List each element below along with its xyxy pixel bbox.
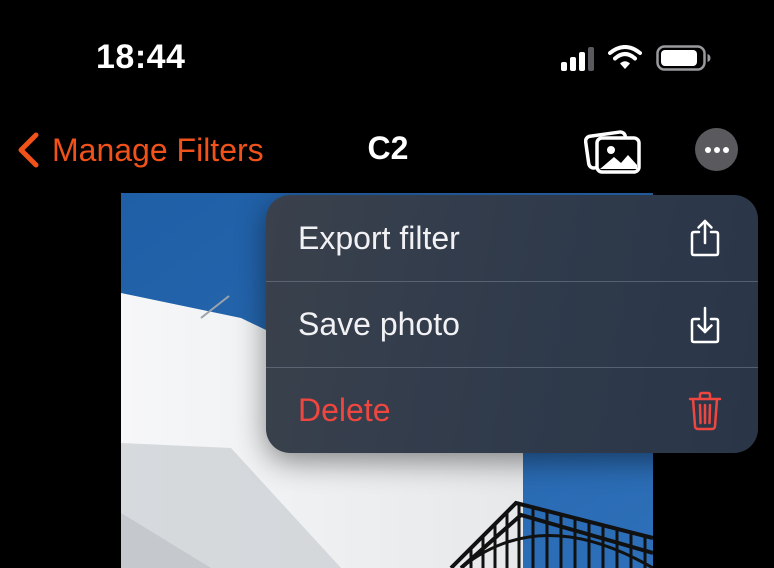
download-icon bbox=[688, 305, 722, 345]
phone-screen: 18:44 Manage Filters C2 Export filter Sa… bbox=[0, 0, 774, 568]
trash-icon bbox=[688, 391, 722, 431]
back-label: Manage Filters bbox=[52, 131, 264, 168]
more-options-button[interactable] bbox=[695, 128, 738, 171]
menu-item-label: Export filter bbox=[298, 219, 460, 256]
share-icon bbox=[688, 218, 722, 258]
photo-gallery-button[interactable] bbox=[583, 124, 642, 176]
menu-item-delete[interactable]: Delete bbox=[266, 367, 758, 453]
menu-item-label: Delete bbox=[298, 392, 391, 428]
context-menu: Export filter Save photo Delete bbox=[266, 195, 758, 453]
menu-item-label: Save photo bbox=[298, 306, 460, 342]
back-button[interactable]: Manage Filters bbox=[14, 128, 264, 172]
menu-item-export-filter[interactable]: Export filter bbox=[266, 195, 758, 281]
menu-item-save-photo[interactable]: Save photo bbox=[266, 281, 758, 367]
battery-icon bbox=[656, 45, 711, 71]
page-title: C2 bbox=[367, 130, 409, 166]
cellular-signal-icon bbox=[561, 45, 594, 71]
chevron-left-icon bbox=[18, 132, 39, 168]
status-icons bbox=[561, 42, 712, 74]
status-time: 18:44 bbox=[96, 38, 186, 76]
wifi-icon bbox=[608, 45, 642, 69]
photo-gallery-icon bbox=[583, 130, 641, 174]
more-options-icon bbox=[704, 146, 729, 153]
